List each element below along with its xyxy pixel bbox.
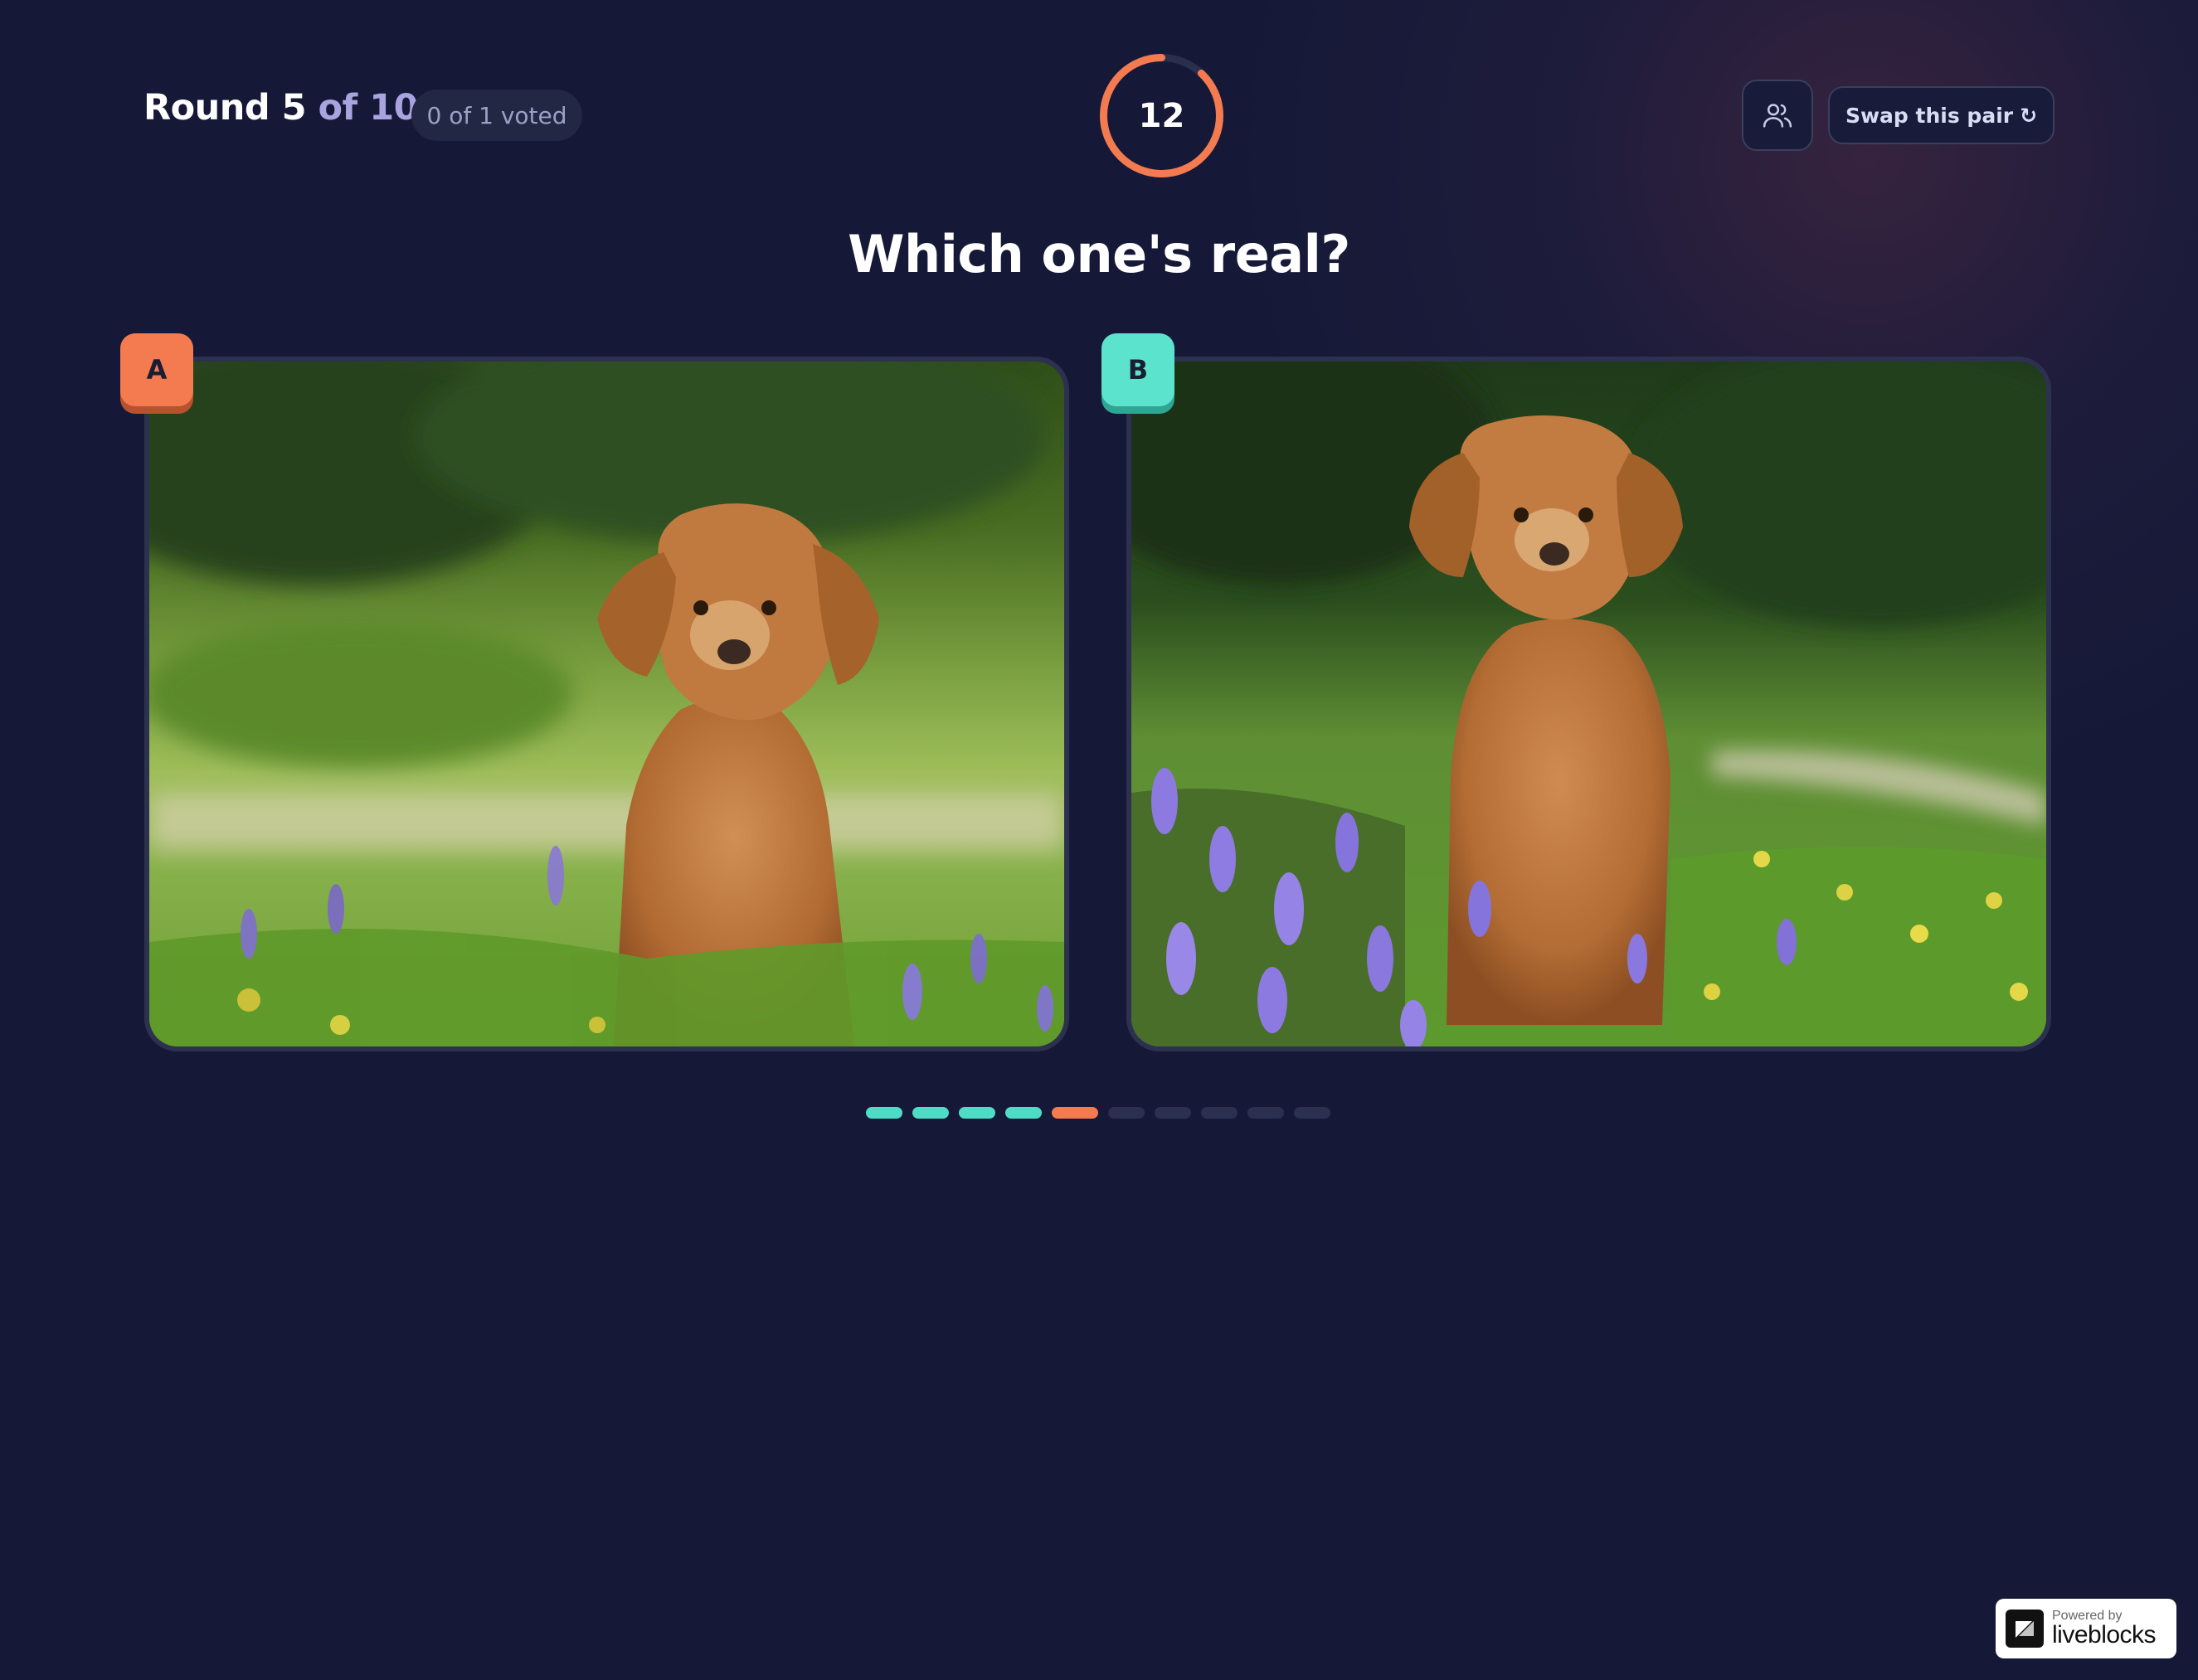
option-b-badge: B: [1101, 333, 1174, 406]
option-b-photo: [1131, 362, 2046, 1046]
progress-segment: [1155, 1107, 1191, 1119]
players-button[interactable]: [1742, 80, 1813, 151]
question-heading: Which one's real?: [848, 224, 1350, 284]
brand-name: liveblocks: [2052, 1621, 2157, 1648]
users-icon: [1763, 104, 1792, 128]
progress-segment: [1108, 1107, 1145, 1119]
timer-value: 12: [1138, 96, 1185, 135]
liveblocks-logo-icon: [2006, 1610, 2044, 1648]
round-indicator: Round 5 of 10: [143, 87, 419, 129]
progress-segment: [1294, 1107, 1330, 1119]
progress-segment: [1247, 1107, 1284, 1119]
option-a-badge: A: [120, 333, 193, 406]
option-a-photo: [149, 362, 1064, 1046]
round-number: Round 5: [143, 87, 307, 129]
swap-pair-button[interactable]: Swap this pair ↻: [1828, 86, 2055, 144]
progress-segment: [866, 1107, 902, 1119]
countdown-timer: 12: [1097, 51, 1226, 180]
progress-segment: [1005, 1107, 1042, 1119]
option-a-card[interactable]: [144, 357, 1069, 1051]
progress-segment: [912, 1107, 949, 1119]
option-b-card[interactable]: [1126, 357, 2051, 1051]
round-total: of 10: [306, 87, 419, 129]
progress-segment: [959, 1107, 995, 1119]
progress-segment: [1052, 1107, 1098, 1119]
powered-by-badge[interactable]: Powered by liveblocks: [1996, 1599, 2176, 1658]
swap-pair-label: Swap this pair: [1845, 103, 2014, 128]
voted-status-badge: 0 of 1 voted: [411, 90, 582, 141]
rotate-icon: ↻: [2020, 103, 2038, 128]
round-progress: [866, 1107, 1330, 1119]
progress-segment: [1201, 1107, 1238, 1119]
game-screen: Round 5 of 10 0 of 1 voted 12 Swap this …: [0, 0, 2198, 1680]
